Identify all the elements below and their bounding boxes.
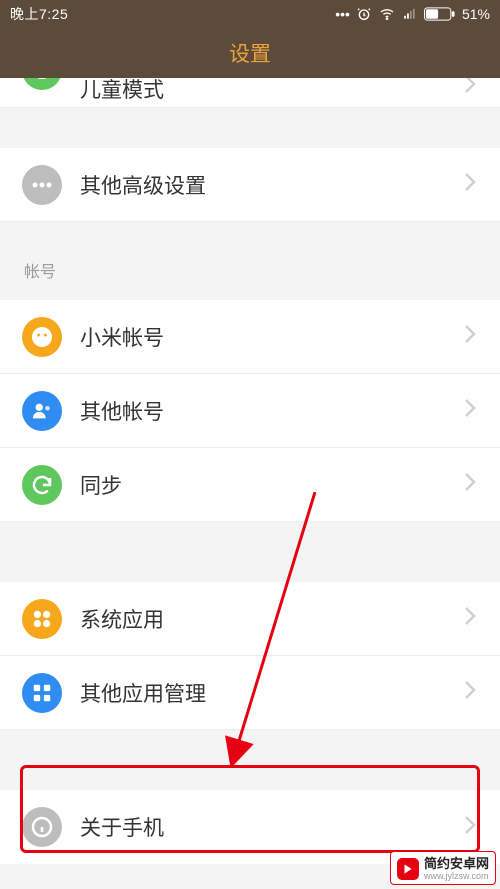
row-system-apps[interactable]: 系统应用 xyxy=(0,582,500,656)
title-bar: 设置 xyxy=(0,28,500,78)
chevron-right-icon xyxy=(464,78,476,99)
watermark-url: www.jylzsw.com xyxy=(424,872,489,881)
row-label: 儿童模式 xyxy=(80,78,464,104)
mi-account-icon xyxy=(22,317,62,357)
row-app-management[interactable]: 其他应用管理 xyxy=(0,656,500,730)
settings-list[interactable]: 儿童模式 其他高级设置 帐号 小米帐号 其他帐号 同步 xyxy=(0,78,500,889)
other-accounts-icon xyxy=(22,391,62,431)
watermark-title: 简约安卓网 xyxy=(424,857,489,870)
gap xyxy=(0,108,500,148)
system-apps-icon xyxy=(22,599,62,639)
row-label: 其他帐号 xyxy=(80,396,464,426)
row-label: 其他应用管理 xyxy=(80,678,464,708)
row-label: 同步 xyxy=(80,470,464,500)
row-label: 其他高级设置 xyxy=(80,170,464,200)
apps-grid-icon xyxy=(22,673,62,713)
battery-icon xyxy=(424,7,456,21)
chevron-right-icon xyxy=(464,606,476,631)
battery-pct: 51% xyxy=(462,6,490,22)
wifi-icon xyxy=(378,6,396,22)
info-icon xyxy=(22,807,62,847)
chevron-right-icon xyxy=(464,680,476,705)
row-sync[interactable]: 同步 xyxy=(0,448,500,522)
row-mi-account[interactable]: 小米帐号 xyxy=(0,300,500,374)
more-icon xyxy=(22,165,62,205)
sync-icon xyxy=(22,465,62,505)
alarm-icon xyxy=(356,6,372,22)
watermark: 简约安卓网 www.jylzsw.com xyxy=(390,851,496,885)
more-dots-icon: ••• xyxy=(335,6,350,22)
gap xyxy=(0,522,500,582)
chevron-right-icon xyxy=(464,398,476,423)
gap xyxy=(0,730,500,790)
chevron-right-icon xyxy=(464,815,476,840)
watermark-logo-icon xyxy=(397,858,419,880)
status-bar: 晚上7:25 ••• 51% xyxy=(0,0,500,28)
section-account: 帐号 xyxy=(0,222,500,300)
row-label: 小米帐号 xyxy=(80,322,464,352)
row-label: 系统应用 xyxy=(80,604,464,634)
row-advanced-settings[interactable]: 其他高级设置 xyxy=(0,148,500,222)
row-label: 关于手机 xyxy=(80,812,464,842)
status-time: 晚上7:25 xyxy=(10,4,68,24)
signal-icon xyxy=(402,7,418,21)
chevron-right-icon xyxy=(464,324,476,349)
row-child-mode[interactable]: 儿童模式 xyxy=(0,78,500,108)
page-title: 设置 xyxy=(229,38,271,68)
chevron-right-icon xyxy=(464,472,476,497)
child-mode-icon xyxy=(22,78,62,90)
chevron-right-icon xyxy=(464,172,476,197)
row-other-accounts[interactable]: 其他帐号 xyxy=(0,374,500,448)
status-right: ••• 51% xyxy=(335,6,490,22)
